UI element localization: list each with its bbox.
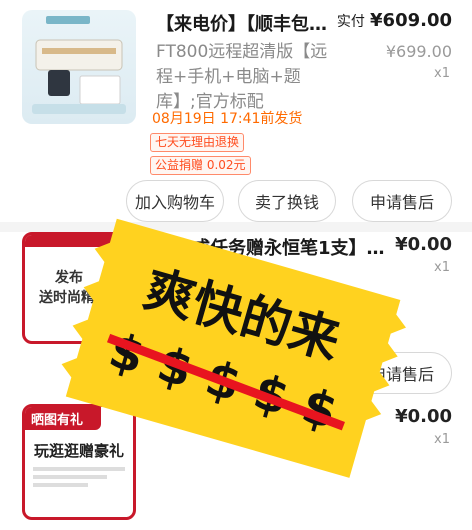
paid-amount: ¥609.00 xyxy=(370,10,452,31)
order-price: ¥0.00 xyxy=(395,234,452,255)
after-sales-button[interactable]: 申请售后 xyxy=(352,352,452,394)
thumb-line: 发布 xyxy=(55,270,83,286)
product-spec: FT800远程超清版【远 程+手机+电脑+题 库】;官方标配 xyxy=(156,40,356,115)
product-thumbnail-printer[interactable] xyxy=(22,10,136,124)
paid-label: 实付 xyxy=(336,14,365,30)
quantity: x1 xyxy=(434,260,450,275)
thumb-headline: 玩逛逛赠豪礼 xyxy=(33,442,124,460)
ship-time: 08月19日 17:41前发货 xyxy=(152,111,303,127)
order-card-3[interactable]: 晒图有礼 玩逛逛赠豪礼 … 按… ¥0.00 x1 xyxy=(0,402,472,530)
thumb-line: 送时尚精 xyxy=(39,290,95,306)
thumb-lines xyxy=(33,467,125,487)
printer-image xyxy=(32,16,126,114)
charity-tag: 公益捐赠 0.02元 xyxy=(150,156,251,175)
thumb-header: 晒图有礼 xyxy=(25,407,101,430)
thumb-banner xyxy=(25,235,133,247)
product-spec-line: 程+手机+电脑+题 xyxy=(156,67,301,87)
order-title[interactable]: … 按… xyxy=(300,406,390,432)
quantity: x1 xyxy=(434,66,450,81)
order-price: ¥0.00 xyxy=(395,406,452,427)
product-spec-line: FT800远程超清版【远 xyxy=(156,42,328,62)
after-sales-button[interactable]: 申请售后 xyxy=(352,180,452,222)
order-card-1[interactable]: 【来电价】【顺丰包… 实付 ¥609.00 FT800远程超清版【远 程+手机+… xyxy=(0,0,472,222)
product-thumbnail-share[interactable]: 晒图有礼 玩逛逛赠豪礼 xyxy=(22,404,136,520)
divider xyxy=(0,222,472,232)
return-policy-tag: 七天无理由退换 xyxy=(150,133,245,152)
product-thumbnail-promo[interactable]: 发布 送时尚精 xyxy=(22,232,136,344)
quantity: x1 xyxy=(434,432,450,447)
order-title[interactable]: 【来电价】【顺丰包… xyxy=(156,10,346,36)
order-title[interactable]: 【完成任务赠永恒笔1支】… xyxy=(156,234,386,260)
original-price: ¥699.00 xyxy=(385,42,452,61)
resell-button[interactable]: 卖了换钱 xyxy=(238,180,336,222)
add-to-cart-button[interactable]: 加入购物车 xyxy=(126,180,224,222)
order-card-2[interactable]: 发布 送时尚精 【完成任务赠永恒笔1支】… ¥0.00 x1 申请售后 xyxy=(0,232,472,402)
